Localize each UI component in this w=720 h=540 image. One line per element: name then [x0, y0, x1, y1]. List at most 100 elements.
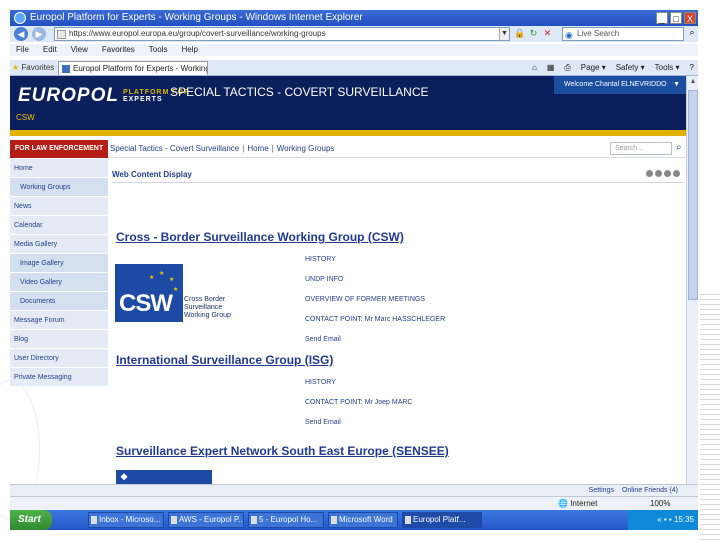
- sidebar-item[interactable]: Home: [10, 159, 108, 178]
- sensee-logo: ❖: [116, 470, 212, 484]
- address-toolbar: ◀ ▶ https://www.europol.europa.eu/group/…: [10, 26, 698, 42]
- sidebar-item[interactable]: Private Messaging: [10, 368, 108, 387]
- sidebar-item[interactable]: News: [10, 197, 108, 216]
- search-go-icon[interactable]: ⌕: [686, 27, 698, 41]
- start-button[interactable]: Start: [10, 510, 52, 530]
- menu-tools[interactable]: Tools: [149, 44, 168, 56]
- maximize-button[interactable]: □: [670, 12, 682, 24]
- home-icon[interactable]: ⌂: [532, 62, 537, 74]
- taskbar-item[interactable]: Microsoft Word: [328, 512, 398, 528]
- address-dropdown-icon[interactable]: ▼: [499, 28, 509, 40]
- taskbar-item[interactable]: Europol Platf...: [402, 512, 482, 528]
- taskbar-item-label: Inbox - Microso...: [99, 515, 161, 524]
- scroll-up-icon[interactable]: ▲: [687, 76, 699, 88]
- live-search-input[interactable]: ◉ Live Search: [562, 27, 684, 41]
- tools-menu[interactable]: Tools ▾: [655, 62, 680, 74]
- menu-view[interactable]: View: [71, 44, 88, 56]
- lock-icon[interactable]: 🔒: [514, 28, 525, 39]
- send-email-link[interactable]: Send Email: [305, 336, 445, 343]
- group-title-isg[interactable]: International Surveillance Group (ISG): [116, 353, 333, 367]
- favorites-button[interactable]: ★ Favorites: [12, 62, 54, 74]
- address-input[interactable]: https://www.europol.europa.eu/group/cove…: [54, 27, 510, 41]
- search-icon[interactable]: ⌕: [676, 142, 682, 153]
- stop-icon[interactable]: ✕: [542, 28, 553, 39]
- page-menu[interactable]: Page ▾: [581, 62, 606, 74]
- help-menu[interactable]: ?: [690, 62, 694, 74]
- group-title-sensee[interactable]: Surveillance Expert Network South East E…: [116, 444, 449, 458]
- welcome-text: Welcome Chantal ELNEVRIDDO: [564, 81, 667, 88]
- taskbar-item[interactable]: Inbox - Microso...: [88, 512, 164, 528]
- taskbar-item[interactable]: AWS - Europol P...: [168, 512, 244, 528]
- app-icon: [171, 516, 177, 524]
- menu-help[interactable]: Help: [181, 44, 197, 56]
- forward-arrow-icon[interactable]: ▶: [32, 27, 46, 41]
- site-search-input[interactable]: Search...: [610, 142, 672, 155]
- law-enforcement-button[interactable]: FOR LAW ENFORCEMENT: [10, 140, 108, 158]
- sidebar-item[interactable]: Documents: [10, 292, 108, 311]
- portlet-divider: [112, 182, 684, 183]
- sidebar-item[interactable]: Message Forum: [10, 311, 108, 330]
- history-link[interactable]: HISTORY: [305, 256, 445, 263]
- sidebar-item[interactable]: Image Gallery: [10, 254, 108, 273]
- portlet-controls: [646, 170, 680, 177]
- sidebar-item[interactable]: Media Gallery: [10, 235, 108, 254]
- globe-icon: 🌐: [558, 499, 568, 508]
- screen: Europol Platform for Experts - Working G…: [0, 0, 720, 540]
- favorites-label: Favorites: [21, 63, 55, 72]
- menu-file[interactable]: File: [16, 44, 29, 56]
- community-link[interactable]: CSW: [16, 113, 35, 122]
- contact-link[interactable]: CONTACT POINT: Mr Joep MARC: [305, 399, 412, 406]
- menu-bar: File Edit View Favorites Tools Help: [10, 44, 698, 56]
- contact-link[interactable]: CONTACT POINT: Mr Marc HASSCHLEGER: [305, 316, 445, 323]
- header-gold-strip: [10, 130, 686, 136]
- info-link[interactable]: UNDP INFO: [305, 276, 445, 283]
- portlet-close-icon[interactable]: [673, 170, 680, 177]
- print-icon[interactable]: ⎙: [564, 62, 570, 74]
- breadcrumb-item[interactable]: Home: [247, 144, 268, 153]
- sidebar-item[interactable]: Working Groups: [10, 178, 108, 197]
- feeds-icon[interactable]: ▦: [547, 62, 555, 74]
- star-icon: ★: [149, 275, 155, 281]
- welcome-menu[interactable]: Welcome Chantal ELNEVRIDDO ▼: [554, 76, 686, 94]
- send-email-link[interactable]: Send Email: [305, 419, 412, 426]
- breadcrumb-item[interactable]: Special Tactics - Covert Surveillance: [110, 144, 239, 153]
- sidebar-item[interactable]: User Directory: [10, 349, 108, 368]
- menu-favorites[interactable]: Favorites: [102, 44, 135, 56]
- sidebar-item[interactable]: Calendar: [10, 216, 108, 235]
- taskbar-item[interactable]: 5 - Europol Ho...: [248, 512, 324, 528]
- site-title: SPECIAL TACTICS - COVERT SURVEILLANCE: [170, 85, 429, 99]
- portlet-minimize-icon[interactable]: [664, 170, 671, 177]
- window-controls: _ □ X: [656, 12, 696, 24]
- sidebar-item[interactable]: Blog: [10, 330, 108, 349]
- portlet-edit-icon[interactable]: [646, 170, 653, 177]
- star-icon: ★: [169, 277, 175, 283]
- close-button[interactable]: X: [684, 12, 696, 24]
- page-status-bar: Settings Online Friends (4): [10, 484, 698, 496]
- command-bar: ⌂ ▦ ⎙ Page ▾ Safety ▾ Tools ▾ ?: [532, 62, 694, 74]
- history-link[interactable]: HISTORY: [305, 379, 412, 386]
- group-title-csw[interactable]: Cross - Border Surveillance Working Grou…: [116, 230, 404, 244]
- safety-menu[interactable]: Safety ▾: [616, 62, 645, 74]
- window-title: Europol Platform for Experts - Working G…: [30, 12, 363, 23]
- breadcrumb: Special Tactics - Covert Surveillance | Ho…: [110, 144, 335, 153]
- meetings-link[interactable]: OVERVIEW OF FORMER MEETINGS: [305, 296, 445, 303]
- star-icon: ★: [173, 287, 179, 293]
- refresh-icon[interactable]: ↻: [528, 28, 539, 39]
- portlet-settings-icon[interactable]: [655, 170, 662, 177]
- menu-edit[interactable]: Edit: [43, 44, 57, 56]
- zoom-level[interactable]: 100%: [650, 497, 670, 511]
- vertical-scrollbar[interactable]: ▲ ▼: [686, 76, 698, 496]
- minimize-button[interactable]: _: [656, 12, 668, 24]
- back-arrow-icon[interactable]: ◀: [14, 27, 28, 41]
- breadcrumb-item[interactable]: Working Groups: [277, 144, 335, 153]
- scrollbar-thumb[interactable]: [688, 90, 698, 300]
- europol-logo[interactable]: EUROPOL PLATFORM FOR EXPERTS: [18, 84, 190, 108]
- app-icon: [251, 516, 257, 524]
- sidebar-item[interactable]: Video Gallery: [10, 273, 108, 292]
- browser-tab[interactable]: Europol Platform for Experts - Working G…: [58, 61, 208, 75]
- tray-icons[interactable]: « ▪ ▪: [657, 515, 672, 524]
- taskbar-item-label: AWS - Europol P...: [179, 515, 244, 524]
- slide-decoration-stripes: [700, 290, 720, 540]
- internet-explorer-icon: [14, 12, 26, 24]
- sidebar-nav: Home Working Groups News Calendar Media Gall…: [10, 159, 108, 387]
